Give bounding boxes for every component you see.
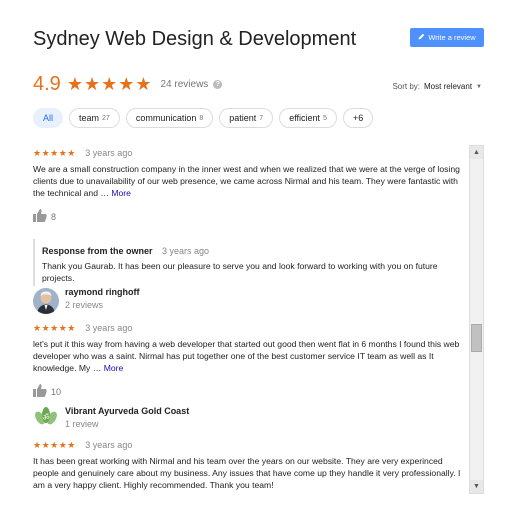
likes-count: 10 xyxy=(51,386,62,397)
rating-summary: 4.9 ★★★★★ 24 reviews ? xyxy=(33,72,223,95)
chip-label: team xyxy=(79,113,100,123)
review-author[interactable]: raymond ringhoff xyxy=(65,287,463,297)
page-title: Sydney Web Design & Development xyxy=(33,28,357,50)
chip-communication[interactable]: communication 8 xyxy=(125,108,214,128)
sort-value: Most relevant xyxy=(424,82,473,91)
chip-count: 27 xyxy=(102,114,110,122)
more-link[interactable]: More xyxy=(111,188,131,198)
chip-label: +6 xyxy=(352,113,364,123)
owner-response-title: Response from the owner xyxy=(42,246,153,256)
pencil-icon xyxy=(418,33,425,42)
review-text-content: We are a small construction company in t… xyxy=(33,164,460,198)
review-text: let's put it this way from having a web … xyxy=(33,338,463,374)
review-author-stats: 2 reviews xyxy=(65,300,104,310)
review-count[interactable]: 24 reviews xyxy=(161,79,209,90)
chip-count: 5 xyxy=(323,114,327,122)
chip-count: 7 xyxy=(259,114,264,122)
avatar[interactable]: ॐ xyxy=(33,405,59,431)
review-text: We are a small construction company in t… xyxy=(33,163,463,199)
likes[interactable]: 10 xyxy=(33,384,463,399)
topic-chips: All team 27 communication 8 patient 7 ef… xyxy=(33,108,374,128)
scrollbar[interactable]: ▲ ▼ xyxy=(469,145,484,494)
review-body: ★★★★★ 3 years ago It has been great work… xyxy=(33,435,463,491)
thumbs-up-icon[interactable] xyxy=(33,384,47,399)
review-text-content: let's put it this way from having a web … xyxy=(33,339,460,373)
chip-efficient[interactable]: efficient 5 xyxy=(279,108,337,128)
review-date: 3 years ago xyxy=(85,148,133,158)
review-stars: ★★★★★ xyxy=(33,440,76,450)
chip-more[interactable]: +6 xyxy=(342,108,374,128)
review-author-stats: 1 review xyxy=(65,419,99,429)
scrollbar-thumb[interactable] xyxy=(471,324,482,352)
review-text: It has been great working with Nirmal an… xyxy=(33,456,461,490)
chip-team[interactable]: team 27 xyxy=(69,108,120,128)
scroll-down-icon[interactable]: ▼ xyxy=(470,480,483,493)
chip-patient[interactable]: patient 7 xyxy=(219,108,274,128)
owner-response: Response from the owner 3 years ago Than… xyxy=(33,239,463,286)
chip-label: communication xyxy=(135,113,197,123)
sort-control[interactable]: Sort by: Most relevant ▼ xyxy=(392,82,482,91)
chip-all[interactable]: All xyxy=(33,108,64,128)
review-item: raymond ringhoff 2 reviews xyxy=(65,287,463,310)
more-link[interactable]: More xyxy=(104,363,124,373)
chip-label: All xyxy=(43,113,54,123)
write-review-label: Write a review xyxy=(428,33,476,42)
owner-response-text: Thank you Gaurab. It has been our pleasu… xyxy=(42,261,438,283)
review-date: 3 years ago xyxy=(85,323,133,333)
owner-response-date: 3 years ago xyxy=(161,246,210,256)
write-review-button[interactable]: Write a review xyxy=(410,28,484,47)
review-author[interactable]: Vibrant Ayurveda Gold Coast xyxy=(65,406,463,416)
review-item: ★★★★★ 3 years ago We are a small constru… xyxy=(33,143,463,286)
review-item: Vibrant Ayurveda Gold Coast 1 review xyxy=(65,406,463,429)
svg-text:ॐ: ॐ xyxy=(42,413,49,422)
likes-count: 8 xyxy=(51,211,57,222)
reviews-list[interactable]: ★★★★★ 3 years ago We are a small constru… xyxy=(33,143,463,493)
thumbs-up-icon[interactable] xyxy=(33,209,47,224)
caret-down-icon: ▼ xyxy=(476,83,482,90)
rating-stars: ★★★★★ xyxy=(66,73,153,94)
help-icon[interactable]: ? xyxy=(213,79,223,89)
rating-value: 4.9 xyxy=(33,72,61,95)
chip-label: patient xyxy=(229,113,257,123)
avatar[interactable] xyxy=(33,288,59,314)
review-date: 3 years ago xyxy=(85,440,133,450)
likes[interactable]: 8 xyxy=(33,209,463,224)
review-stars: ★★★★★ xyxy=(33,148,76,158)
sort-label: Sort by: xyxy=(392,82,421,91)
review-body: ★★★★★ 3 years ago let's put it this way … xyxy=(33,318,463,399)
chip-label: efficient xyxy=(289,113,321,123)
chip-count: 8 xyxy=(199,114,204,122)
scroll-up-icon[interactable]: ▲ xyxy=(470,146,483,159)
review-stars: ★★★★★ xyxy=(33,323,76,333)
